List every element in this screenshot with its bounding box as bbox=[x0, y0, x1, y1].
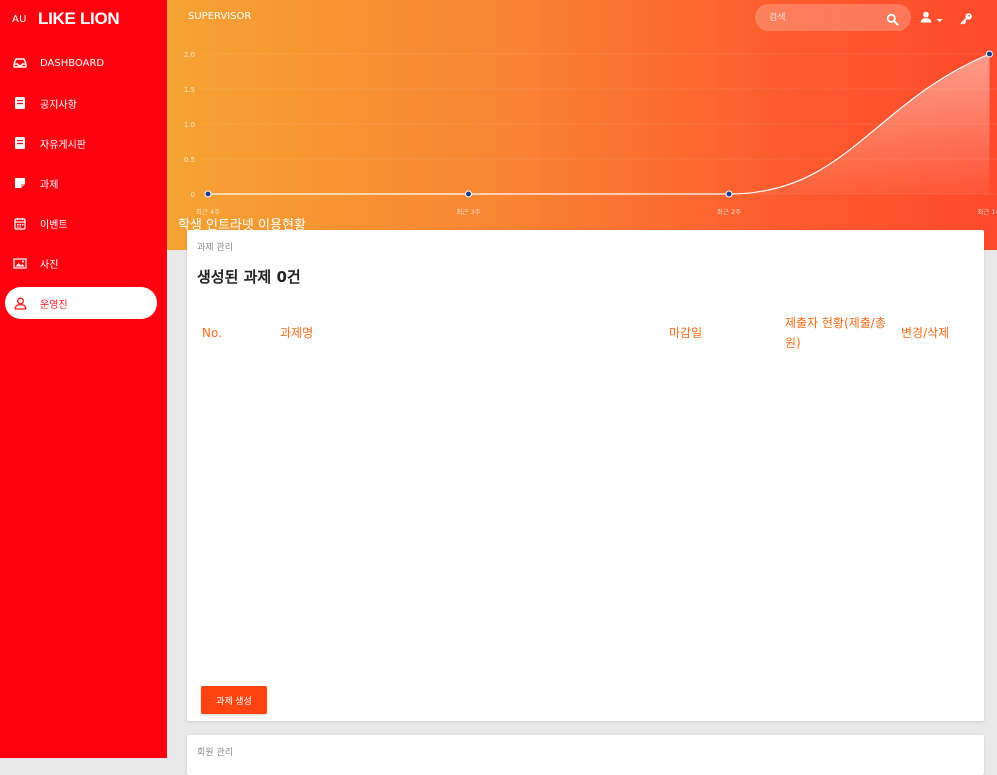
x-tick-label: 최근 1주 bbox=[977, 207, 997, 216]
x-tick-label: 최근 3주 bbox=[456, 207, 480, 216]
data-point bbox=[725, 190, 733, 198]
column-header-submissions: 제출자 현황(제출/총원) bbox=[785, 316, 886, 350]
sidebar-item-photo[interactable]: 사진 bbox=[5, 247, 157, 279]
calendar-icon bbox=[13, 216, 27, 230]
brand[interactable]: AU LIKE LION bbox=[12, 9, 120, 29]
brand-mini: AU bbox=[12, 13, 27, 25]
y-tick-label: 1.0 bbox=[184, 121, 195, 129]
data-point bbox=[986, 50, 993, 58]
create-assignment-button[interactable]: 과제 생성 bbox=[201, 686, 267, 714]
sidebar-item-board[interactable]: 자유게시판 bbox=[5, 127, 157, 159]
sidebar-item-label: 이벤트 bbox=[40, 219, 68, 231]
column-header-actions: 변경/삭제 bbox=[901, 326, 950, 340]
user-menu[interactable] bbox=[920, 10, 946, 24]
search-box bbox=[755, 4, 911, 31]
member-card: 회원 관리 bbox=[187, 735, 984, 775]
y-tick-label: 2.0 bbox=[184, 51, 195, 59]
note-icon bbox=[13, 176, 27, 190]
column-header-deadline: 마감일 bbox=[669, 326, 703, 340]
sidebar: AU LIKE LION DASHBOARD 공지사항 자유게시판 과제 이벤트… bbox=[0, 0, 167, 758]
usage-chart: 00.51.01.52.0 최근 4주최근 3주최근 2주최근 1주 bbox=[184, 50, 997, 216]
section-label: 회원 관리 bbox=[197, 748, 233, 758]
column-header-no: No. bbox=[202, 326, 222, 340]
book-icon bbox=[13, 136, 27, 150]
key-icon[interactable] bbox=[960, 10, 974, 25]
sidebar-item-label: 과제 bbox=[40, 179, 59, 191]
sidebar-item-label: 사진 bbox=[40, 259, 59, 271]
search-icon[interactable] bbox=[886, 11, 899, 26]
search-input[interactable] bbox=[767, 10, 881, 26]
sidebar-item-label: 공지사항 bbox=[40, 99, 77, 111]
sidebar-nav: DASHBOARD 공지사항 자유게시판 과제 이벤트 사진 운영진 bbox=[0, 47, 167, 327]
card-title: 생성된 과제 0건 bbox=[197, 268, 301, 286]
column-header-name: 과제명 bbox=[280, 326, 314, 340]
sidebar-item-assignment[interactable]: 과제 bbox=[5, 167, 157, 199]
y-tick-label: 0 bbox=[191, 191, 195, 199]
data-point bbox=[204, 190, 212, 198]
y-tick-label: 0.5 bbox=[184, 156, 195, 164]
sidebar-item-label: 운영진 bbox=[40, 299, 68, 311]
sidebar-item-notice[interactable]: 공지사항 bbox=[5, 87, 157, 119]
user-icon bbox=[13, 296, 27, 310]
sidebar-item-staff[interactable]: 운영진 bbox=[5, 287, 157, 319]
chevron-down-icon bbox=[936, 8, 943, 27]
user-icon bbox=[920, 8, 932, 27]
sidebar-item-dashboard[interactable]: DASHBOARD bbox=[5, 47, 157, 79]
section-label: 과제 관리 bbox=[197, 243, 233, 253]
x-tick-label: 최근 2주 bbox=[717, 207, 741, 216]
inbox-icon bbox=[13, 56, 27, 70]
sidebar-item-label: 자유게시판 bbox=[40, 139, 86, 151]
sidebar-item-label: DASHBOARD bbox=[40, 57, 105, 69]
brand-logo: LIKE LION bbox=[38, 9, 120, 28]
y-tick-label: 1.5 bbox=[184, 86, 195, 94]
assignment-card: 과제 관리 생성된 과제 0건 No. 과제명 마감일 제출자 현황(제출/총원… bbox=[187, 230, 984, 721]
book-icon bbox=[13, 96, 27, 110]
sidebar-item-event[interactable]: 이벤트 bbox=[5, 207, 157, 239]
image-icon bbox=[13, 256, 27, 270]
role-label[interactable]: SUPERVISOR bbox=[188, 11, 251, 22]
data-point bbox=[465, 190, 472, 198]
